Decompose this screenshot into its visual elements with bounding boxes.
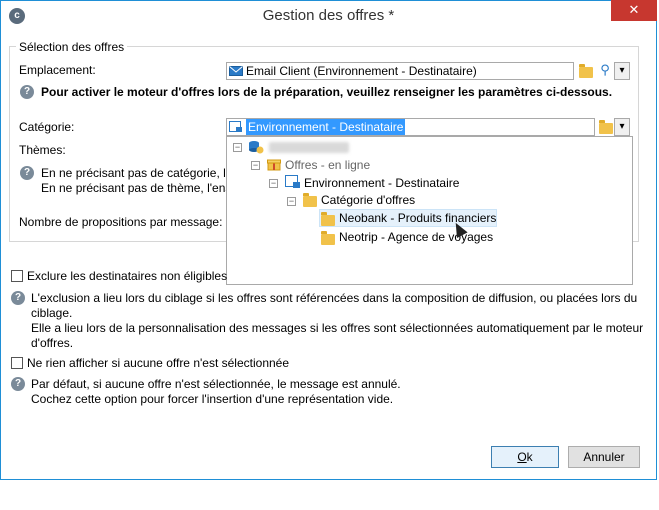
folder-icon [303, 193, 317, 207]
info-theme-line2: En ne précisant pas de thème, l'ens [41, 181, 232, 195]
help-icon: ? [11, 291, 25, 305]
tree-item-environnement[interactable]: Environnement - Destinataire [304, 175, 459, 191]
exclude-label: Exclure les destinataires non éligibles [27, 269, 228, 283]
collapse-icon[interactable]: − [269, 179, 278, 188]
exclude-help-line1: L'exclusion a lieu lors du ciblage si le… [31, 291, 638, 305]
collapse-icon[interactable]: − [251, 161, 260, 170]
exclude-help-line4: d'offres. [31, 336, 74, 350]
categorie-label: Catégorie: [19, 120, 75, 134]
root-node-label [269, 142, 349, 153]
collapse-icon[interactable]: − [233, 143, 242, 152]
environment-icon [229, 121, 242, 132]
help-icon: ? [11, 377, 25, 391]
search-icon[interactable]: ⚲ [597, 62, 613, 80]
categorie-field[interactable]: Environnement - Destinataire [226, 118, 595, 136]
noshow-help-line1: Par défaut, si aucune offre n'est sélect… [31, 377, 401, 391]
tree-item-neotrip[interactable]: Neotrip - Agence de voyages [339, 229, 493, 245]
tree-item-neobank[interactable]: Neobank - Produits financiers [339, 210, 496, 226]
info-preparation-text: Pour activer le moteur d'offres lors de … [41, 85, 613, 99]
emplacement-field[interactable]: Email Client (Environnement - Destinatai… [226, 62, 574, 80]
ok-mnemonic: O [517, 450, 527, 464]
emplacement-dropdown-icon[interactable]: ▾ [614, 62, 630, 80]
folder-icon[interactable] [599, 120, 613, 134]
window-title: Gestion des offres * [262, 7, 395, 24]
exclude-checkbox[interactable] [11, 270, 23, 282]
title-bar[interactable]: c Gestion des offres * ✕ [1, 0, 657, 31]
emplacement-label: Emplacement: [19, 63, 96, 77]
exclude-help-line2: ciblage. [31, 306, 73, 320]
categorie-value: Environnement - Destinataire [246, 119, 406, 135]
offer-category-folder-icon [321, 212, 335, 226]
folder-icon[interactable] [579, 64, 593, 78]
offers-gift-icon [267, 159, 281, 171]
help-icon: ? [20, 166, 34, 180]
help-icon: ? [20, 85, 34, 99]
group-legend: Sélection des offres [16, 40, 128, 54]
collapse-icon[interactable]: − [287, 197, 296, 206]
close-icon[interactable]: ✕ [611, 0, 657, 21]
tree-item-categorie-offres[interactable]: Catégorie d'offres [321, 192, 415, 208]
offer-category-folder-icon [321, 231, 335, 245]
tree-item-offres-en-ligne[interactable]: Offres - en ligne [285, 157, 370, 173]
noshow-label: Ne rien afficher si aucune offre n'est s… [27, 356, 290, 370]
exclude-help-line3: Elle a lieu lors de la personnalisation … [31, 321, 644, 335]
environment-icon [285, 175, 300, 188]
database-icon [249, 141, 264, 154]
cancel-button[interactable]: Annuler [568, 446, 640, 468]
email-icon [229, 66, 243, 76]
noshow-help-line2: Cochez cette option pour forcer l'insert… [31, 392, 394, 406]
nb-propositions-label: Nombre de propositions par message: [19, 215, 223, 229]
category-tree-dropdown[interactable]: − − Offres - en ligne − Environnement - … [226, 136, 633, 285]
categorie-dropdown-icon[interactable]: ▾ [614, 118, 630, 136]
ok-button[interactable]: Ok [491, 446, 559, 468]
themes-label: Thèmes: [19, 143, 66, 157]
ok-label: k [526, 450, 533, 464]
noshow-checkbox[interactable] [11, 357, 23, 369]
info-category-line1: En ne précisant pas de catégorie, l'e [41, 166, 235, 180]
emplacement-value: Email Client (Environnement - Destinatai… [246, 64, 477, 78]
